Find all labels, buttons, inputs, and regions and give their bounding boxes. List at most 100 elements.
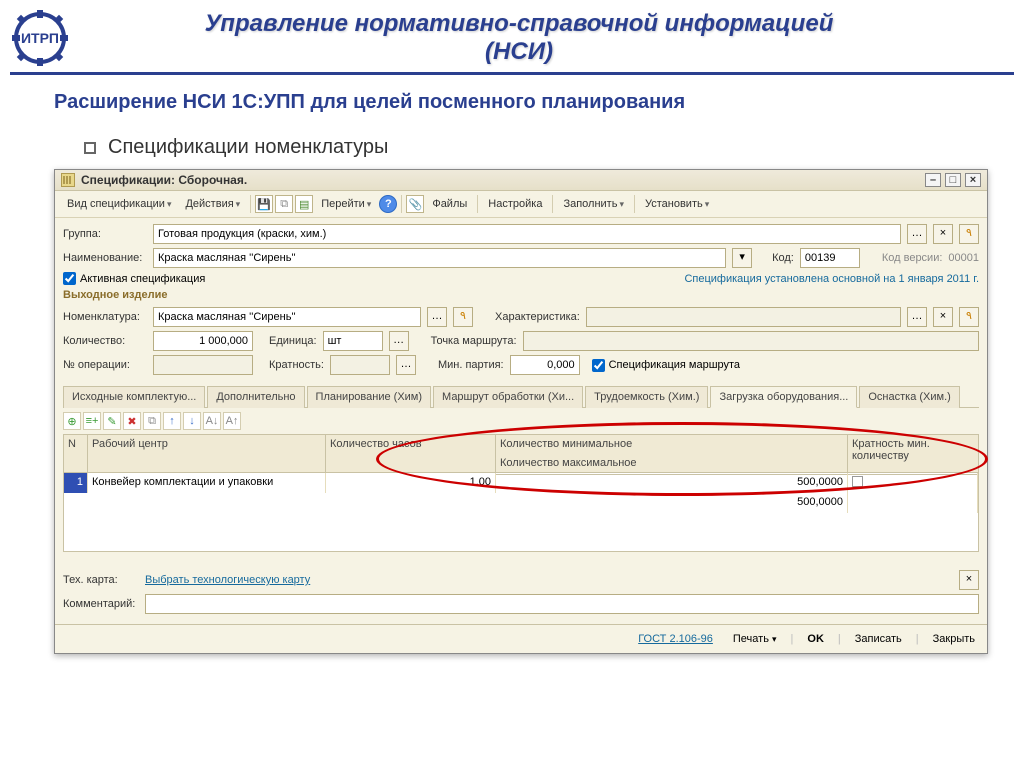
routept-label: Точка маршрута: — [431, 335, 517, 347]
menu-settings[interactable]: Настройка — [482, 195, 548, 213]
tab-additional[interactable]: Дополнительно — [207, 386, 304, 408]
nomen-open-button[interactable]: ٩ — [453, 307, 473, 327]
unit-label: Единица: — [269, 335, 317, 347]
window-title: Спецификации: Сборочная. — [81, 173, 247, 187]
group-clear-button[interactable]: × — [933, 224, 953, 244]
delete-row-icon[interactable]: ✖ — [123, 412, 141, 430]
char-clear-button[interactable]: × — [933, 307, 953, 327]
menu-files[interactable]: Файлы — [426, 195, 473, 213]
cell-min[interactable]: 500,0000 — [496, 473, 848, 493]
gost-link[interactable]: ГОСТ 2.106-96 — [638, 633, 713, 645]
attach-icon[interactable]: 📎 — [406, 195, 424, 213]
edit-row-icon[interactable]: ✎ — [103, 412, 121, 430]
minimize-button[interactable]: – — [925, 173, 941, 187]
cell-n[interactable]: 1 — [64, 473, 88, 493]
help-icon[interactable]: ? — [379, 195, 397, 213]
menu-spec-type[interactable]: Вид спецификации▾ — [61, 195, 177, 213]
maximize-button[interactable]: □ — [945, 173, 961, 187]
sort-desc-icon[interactable]: A↑ — [223, 412, 241, 430]
insert-row-icon[interactable]: ≡+ — [83, 412, 101, 430]
comment-label: Комментарий: — [63, 598, 137, 610]
app-window: Спецификации: Сборочная. – □ × Вид специ… — [54, 169, 988, 654]
group-open-button[interactable]: ٩ — [959, 224, 979, 244]
name-menu-button[interactable]: ▾ — [732, 248, 752, 268]
bullet-icon — [84, 142, 96, 154]
subtitle: Расширение НСИ 1С:УПП для целей посменно… — [10, 83, 1014, 118]
qty-input[interactable] — [153, 331, 253, 351]
print-button[interactable]: Печать ▾ — [729, 631, 781, 647]
list-icon[interactable]: ▤ — [295, 195, 313, 213]
comment-input[interactable] — [145, 594, 979, 614]
menu-set[interactable]: Установить▾ — [639, 195, 715, 213]
cell-center[interactable]: Конвейер комплектации и упаковки — [88, 473, 326, 493]
default-note-link[interactable]: Спецификация установлена основной на 1 я… — [684, 273, 979, 285]
code-input[interactable] — [800, 248, 860, 268]
routespec-label: Спецификация маршрута — [609, 359, 740, 371]
tab-labor[interactable]: Трудоемкость (Хим.) — [585, 386, 708, 408]
char-open-button[interactable]: ٩ — [959, 307, 979, 327]
tech-clear-button[interactable]: × — [959, 570, 979, 590]
char-lookup-button[interactable]: … — [907, 307, 927, 327]
ver-value: 00001 — [948, 252, 979, 264]
add-row-icon[interactable]: ⊕ — [63, 412, 81, 430]
grid-equipment: N Рабочий центр Количество часов Количес… — [63, 434, 979, 552]
cell-hours[interactable]: 1,00 — [326, 473, 496, 493]
sort-asc-icon[interactable]: A↓ — [203, 412, 221, 430]
save-icon[interactable]: 💾 — [255, 195, 273, 213]
mult-lookup-button[interactable]: … — [396, 355, 416, 375]
mult-label: Кратность: — [269, 359, 324, 371]
mult-input[interactable] — [330, 355, 390, 375]
ok-button[interactable]: OK — [803, 631, 828, 647]
section-output-header: Выходное изделие — [63, 289, 979, 301]
cell-max[interactable]: 500,0000 — [496, 493, 848, 513]
bullet-item: Спецификации номенклатуры — [10, 118, 1014, 163]
close-window-button[interactable]: Закрыть — [929, 631, 979, 647]
tech-link[interactable]: Выбрать технологическую карту — [145, 574, 310, 586]
logo: ИТРП — [10, 8, 70, 68]
copy-row-icon[interactable]: ⧉ — [143, 412, 161, 430]
char-input[interactable] — [586, 307, 901, 327]
tech-label: Тех. карта: — [63, 574, 137, 586]
minbatch-input[interactable] — [510, 355, 580, 375]
tab-route[interactable]: Маршрут обработки (Хи... — [433, 386, 583, 408]
cell-mult[interactable] — [848, 473, 978, 493]
routespec-checkbox[interactable] — [592, 359, 605, 372]
nomen-lookup-button[interactable]: … — [427, 307, 447, 327]
group-input[interactable] — [153, 224, 901, 244]
move-up-icon[interactable]: ↑ — [163, 412, 181, 430]
unit-lookup-button[interactable]: … — [389, 331, 409, 351]
tab-components[interactable]: Исходные комплектую... — [63, 386, 205, 408]
code-label: Код: — [772, 252, 794, 264]
routept-input[interactable] — [523, 331, 980, 351]
ver-label: Код версии: — [882, 252, 943, 264]
window-icon — [61, 173, 75, 187]
main-title: Управление нормативно-справочной информа… — [84, 10, 954, 65]
banner-divider — [10, 72, 1014, 75]
qty-label: Количество: — [63, 335, 147, 347]
opno-label: № операции: — [63, 359, 147, 371]
move-down-icon[interactable]: ↓ — [183, 412, 201, 430]
tab-equipment-load[interactable]: Загрузка оборудования... — [710, 386, 857, 408]
col-max: Количество максимальное — [496, 454, 848, 473]
group-label: Группа: — [63, 228, 147, 240]
unit-input[interactable] — [323, 331, 383, 351]
menu-fill[interactable]: Заполнить▾ — [557, 195, 630, 213]
minbatch-label: Мин. партия: — [438, 359, 504, 371]
nomen-label: Номенклатура: — [63, 311, 147, 323]
char-label: Характеристика: — [495, 311, 580, 323]
col-center: Рабочий центр — [88, 435, 326, 473]
name-input[interactable] — [153, 248, 726, 268]
menu-actions[interactable]: Действия▾ — [179, 195, 246, 213]
opno-input[interactable] — [153, 355, 253, 375]
save-button[interactable]: Записать — [851, 631, 906, 647]
col-n: N — [64, 435, 88, 473]
menu-goto[interactable]: Перейти▾ — [315, 195, 377, 213]
active-checkbox[interactable] — [63, 272, 76, 285]
tab-planning[interactable]: Планирование (Хим) — [307, 386, 432, 408]
tab-tooling[interactable]: Оснастка (Хим.) — [859, 386, 959, 408]
nomen-input[interactable] — [153, 307, 421, 327]
group-lookup-button[interactable]: … — [907, 224, 927, 244]
close-button[interactable]: × — [965, 173, 981, 187]
copy-icon[interactable]: ⧉ — [275, 195, 293, 213]
svg-text:ИТРП: ИТРП — [21, 30, 59, 46]
